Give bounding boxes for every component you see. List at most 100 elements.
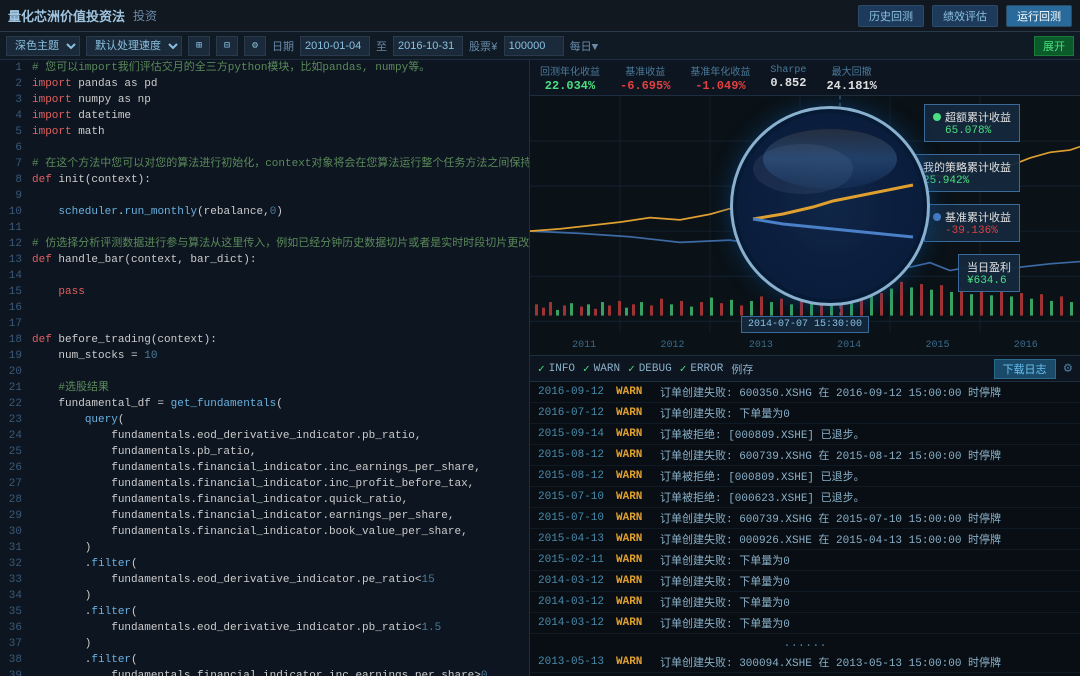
line-number: 33 — [0, 572, 28, 588]
year-1: 2011 — [572, 340, 596, 351]
code-line: 37 ) — [0, 636, 529, 652]
log-filter-error[interactable]: ✓ ERROR — [680, 362, 724, 376]
log-filter-example[interactable]: 例存 — [731, 361, 753, 377]
log-level: WARN — [616, 428, 652, 440]
benchmark-annual-label: 基准年化收益 — [690, 63, 750, 79]
log-filter-debug[interactable]: ✓ DEBUG — [628, 362, 672, 376]
warn-check: ✓ — [583, 362, 590, 376]
log-date: 2015-04-13 — [538, 533, 608, 545]
line-content: fundamental_df = get_fundamentals( — [28, 396, 529, 412]
example-label: 例存 — [731, 361, 753, 377]
line-content — [28, 364, 529, 380]
line-content — [28, 268, 529, 284]
log-row: 2015-08-12WARN订单创建失败: 600739.XSHG 在 2015… — [530, 445, 1080, 466]
line-content: # 仿选择分析评测数据进行参与算法从这里传入，例如已经分钟历史数据切片或者是实时… — [28, 236, 529, 252]
history-button[interactable]: 历史回测 — [858, 5, 924, 27]
icon-btn-2[interactable]: ⊟ — [216, 36, 238, 56]
capital-input[interactable] — [504, 36, 564, 56]
warn-label: WARN — [594, 363, 620, 375]
icon-btn-3[interactable]: ⚙ — [244, 36, 266, 56]
theme-select[interactable]: 深色主题 — [6, 36, 80, 56]
line-number: 12 — [0, 236, 28, 252]
code-line: 12# 仿选择分析评测数据进行参与算法从这里传入，例如已经分钟历史数据切片或者是… — [0, 236, 529, 252]
line-number: 3 — [0, 92, 28, 108]
line-content: fundamentals.financial_indicator.book_va… — [28, 524, 529, 540]
chart-area[interactable]: 超额累计收益 65.078% 我的策略累计收益 25.942% 基准累计收益 -… — [530, 96, 1080, 356]
sharpe-label: Sharpe — [770, 65, 806, 76]
line-content: pass — [28, 284, 529, 300]
line-content — [28, 300, 529, 316]
code-line: 13def handle_bar(context, bar_dict): — [0, 252, 529, 268]
line-number: 11 — [0, 220, 28, 236]
log-row: 2014-03-12WARN订单创建失败: 下单量为0 — [530, 592, 1080, 613]
line-content: ) — [28, 588, 529, 604]
log-date: 2015-07-10 — [538, 512, 608, 524]
debug-check: ✓ — [628, 362, 635, 376]
stats-bar: 回测年化收益 22.034% 基准收益 -6.695% 基准年化收益 -1.04… — [530, 60, 1080, 96]
log-filter-info[interactable]: ✓ INFO — [538, 362, 575, 376]
log-level: WARN — [616, 386, 652, 398]
log-date: 2015-09-14 — [538, 428, 608, 440]
code-line: 25 fundamentals.pb_ratio, — [0, 444, 529, 460]
line-number: 32 — [0, 556, 28, 572]
code-line: 18def before_trading(context): — [0, 332, 529, 348]
analysis-button[interactable]: 绩效评估 — [932, 5, 998, 27]
code-line: 11 — [0, 220, 529, 236]
code-line: 15 pass — [0, 284, 529, 300]
run-backtest-button[interactable]: 运行回测 — [1006, 5, 1072, 27]
log-date: 2014-03-12 — [538, 617, 608, 629]
expand-button[interactable]: 展开 — [1034, 36, 1074, 56]
line-content: #选股结果 — [28, 380, 529, 396]
log-message: 订单创建失败: 600350.XSHG 在 2016-09-12 15:00:0… — [660, 384, 1072, 400]
date-from-input[interactable] — [300, 36, 370, 56]
log-row: 2015-04-13WARN订单创建失败: 000926.XSHE 在 2015… — [530, 529, 1080, 550]
benchmark-return-label: 基准收益 — [620, 63, 670, 79]
speed-select[interactable]: 默认处理速度 — [86, 36, 182, 56]
line-number: 9 — [0, 188, 28, 204]
log-date: 2016-09-12 — [538, 386, 608, 398]
line-number: 14 — [0, 268, 28, 284]
line-content: ) — [28, 636, 529, 652]
code-line: 20 — [0, 364, 529, 380]
icon-btn-1[interactable]: ⊞ — [188, 36, 210, 56]
line-content — [28, 316, 529, 332]
line-content: import datetime — [28, 108, 529, 124]
log-level: WARN — [616, 491, 652, 503]
log-date: 2014-03-12 — [538, 575, 608, 587]
line-content: import numpy as np — [28, 92, 529, 108]
log-filter-warn[interactable]: ✓ WARN — [583, 362, 620, 376]
log-message: 订单创建失败: 300094.XSHE 在 2013-05-13 15:00:0… — [660, 654, 1072, 670]
code-line: 21 #选股结果 — [0, 380, 529, 396]
download-log-button[interactable]: 下载日志 — [994, 359, 1056, 379]
line-content: ) — [28, 540, 529, 556]
line-number: 10 — [0, 204, 28, 220]
line-number: 15 — [0, 284, 28, 300]
code-line: 19 num_stocks = 10 — [0, 348, 529, 364]
log-row: 2015-07-10WARN订单被拒绝: [000623.XSHE] 已退步。 — [530, 487, 1080, 508]
line-content: def before_trading(context): — [28, 332, 529, 348]
log-date: 2015-02-11 — [538, 554, 608, 566]
line-number: 27 — [0, 476, 28, 492]
line-number: 34 — [0, 588, 28, 604]
code-line: 27 fundamentals.financial_indicator.inc_… — [0, 476, 529, 492]
line-number: 29 — [0, 508, 28, 524]
log-row: 2015-02-11WARN订单创建失败: 下单量为0 — [530, 550, 1080, 571]
code-line: 14 — [0, 268, 529, 284]
line-content: def init(context): — [28, 172, 529, 188]
date-to-input[interactable] — [393, 36, 463, 56]
log-row: 2016-07-12WARN订单创建失败: 下单量为0 — [530, 403, 1080, 424]
line-number: 7 — [0, 156, 28, 172]
log-row: 2015-07-10WARN订单创建失败: 600739.XSHG 在 2015… — [530, 508, 1080, 529]
log-ellipsis: ...... — [530, 634, 1080, 652]
log-level: WARN — [616, 656, 652, 668]
code-line: 3import numpy as np — [0, 92, 529, 108]
line-number: 37 — [0, 636, 28, 652]
log-message: 订单创建失败: 下单量为0 — [660, 552, 1072, 568]
line-number: 35 — [0, 604, 28, 620]
log-settings-icon[interactable]: ⚙ — [1064, 360, 1072, 377]
line-content: .filter( — [28, 556, 529, 572]
code-line: 16 — [0, 300, 529, 316]
line-number: 8 — [0, 172, 28, 188]
log-panel[interactable]: ✓ INFO ✓ WARN ✓ DEBUG ✓ ERROR 例存 — [530, 356, 1080, 676]
max-drawdown-value: 24.181% — [826, 79, 876, 93]
